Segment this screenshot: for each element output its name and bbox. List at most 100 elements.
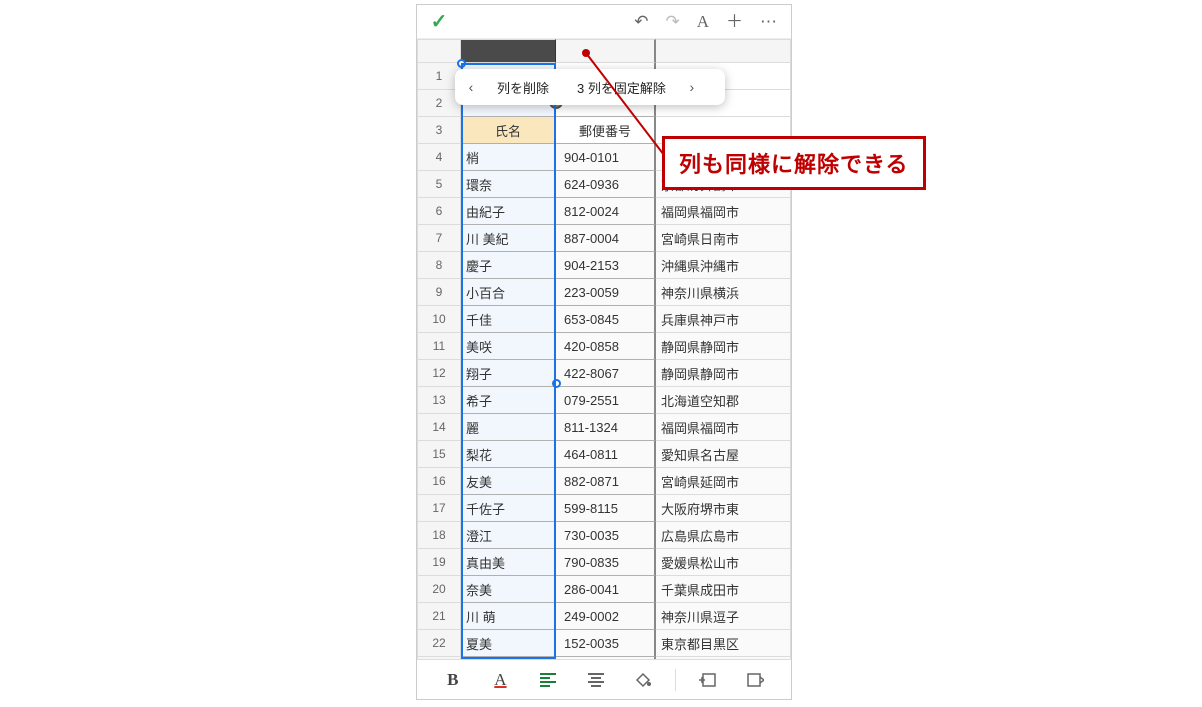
cell[interactable]: 079-2551 (556, 387, 656, 414)
row-number[interactable]: 7 (417, 225, 461, 252)
table-row[interactable]: 16友美882-0871宮崎県延岡市 (417, 468, 791, 495)
fill-color-icon[interactable] (627, 665, 659, 695)
col-header-b[interactable] (556, 39, 656, 63)
cell[interactable]: 氏名 (461, 117, 556, 144)
cell[interactable]: 真由美 (461, 549, 556, 576)
row-number[interactable]: 19 (417, 549, 461, 576)
cell[interactable]: 653-0845 (556, 306, 656, 333)
row-number[interactable]: 16 (417, 468, 461, 495)
cell[interactable]: 千佳 (461, 306, 556, 333)
cell[interactable]: 152-0035 (556, 630, 656, 657)
cell[interactable]: 翔子 (461, 360, 556, 387)
cell[interactable]: 川 美紀 (461, 225, 556, 252)
cell[interactable]: 887-0004 (556, 225, 656, 252)
cell[interactable]: 村 野乃花 (461, 657, 556, 659)
cell[interactable]: 奈美 (461, 576, 556, 603)
table-row[interactable]: 10千佳653-0845兵庫県神戸市 (417, 306, 791, 333)
table-row[interactable]: 21川 萌249-0002神奈川県逗子 (417, 603, 791, 630)
table-row[interactable]: 22夏美152-0035東京都目黒区 (417, 630, 791, 657)
col-header-c[interactable] (656, 39, 791, 63)
row-number[interactable]: 18 (417, 522, 461, 549)
selection-handle-top[interactable] (457, 59, 466, 68)
table-row[interactable]: 15梨花464-0811愛知県名古屋 (417, 441, 791, 468)
cell[interactable]: 愛媛県松山市 (656, 549, 791, 576)
cell[interactable]: 麗 (461, 414, 556, 441)
undo-icon[interactable]: ↶ (634, 13, 648, 30)
cell[interactable]: 286-0041 (556, 576, 656, 603)
table-row[interactable]: 12翔子422-8067静岡県静岡市 (417, 360, 791, 387)
row-number[interactable]: 13 (417, 387, 461, 414)
context-menu-delete-column[interactable]: 列を削除 (483, 78, 563, 97)
plus-icon[interactable]: ＋ (726, 13, 743, 30)
table-row[interactable]: 8慶子904-2153沖縄県沖縄市 (417, 252, 791, 279)
cell[interactable]: 広島県広島市 (656, 522, 791, 549)
cell[interactable]: 730-0035 (556, 522, 656, 549)
cell[interactable]: 沖縄県沖縄市 (656, 252, 791, 279)
cell[interactable]: 慶子 (461, 252, 556, 279)
table-row[interactable]: 19真由美790-0835愛媛県松山市 (417, 549, 791, 576)
insert-cell-icon[interactable] (692, 665, 724, 695)
cell[interactable]: 兵庫県神戸市 (656, 306, 791, 333)
align-center-icon[interactable] (580, 665, 612, 695)
cell[interactable]: 環奈 (461, 171, 556, 198)
cell[interactable]: 神奈川県横浜 (656, 279, 791, 306)
cell[interactable]: 夏美 (461, 630, 556, 657)
row-number[interactable]: 22 (417, 630, 461, 657)
table-row[interactable]: 13希子079-2551北海道空知郡 (417, 387, 791, 414)
cell[interactable]: 812-0024 (556, 198, 656, 225)
row-number[interactable]: 15 (417, 441, 461, 468)
cell[interactable]: 友美 (461, 468, 556, 495)
row-number[interactable]: 20 (417, 576, 461, 603)
table-row[interactable]: 17千佐子599-8115大阪府堺市東 (417, 495, 791, 522)
cell[interactable]: 464-0811 (556, 441, 656, 468)
cell[interactable]: 882-0871 (556, 468, 656, 495)
cell[interactable]: 静岡県静岡市 (656, 360, 791, 387)
row-number[interactable]: 23 (417, 657, 461, 659)
merge-cell-icon[interactable] (739, 665, 771, 695)
row-number[interactable]: 10 (417, 306, 461, 333)
cell[interactable]: 福岡県福岡市 (656, 414, 791, 441)
cell[interactable]: 希子 (461, 387, 556, 414)
row-number[interactable]: 9 (417, 279, 461, 306)
row-number[interactable]: 21 (417, 603, 461, 630)
cell[interactable]: 420-0858 (556, 333, 656, 360)
row-number[interactable]: 11 (417, 333, 461, 360)
row-number[interactable]: 5 (417, 171, 461, 198)
col-header-a[interactable] (461, 39, 556, 63)
table-row[interactable]: 14麗811-1324福岡県福岡市 (417, 414, 791, 441)
context-menu-prev[interactable]: ‹ (459, 79, 483, 95)
cell[interactable]: 北海道空知郡 (656, 387, 791, 414)
table-row[interactable]: 7川 美紀887-0004宮崎県日南市 (417, 225, 791, 252)
confirm-icon[interactable]: ✓ (431, 9, 448, 34)
cell[interactable]: 223-0059 (556, 279, 656, 306)
context-menu-unfreeze-columns[interactable]: 3 列を固定解除 (563, 78, 680, 97)
cell[interactable]: 904-2153 (556, 252, 656, 279)
grid[interactable]: 123氏名郵便番号4梢904-01015環奈624-0936京都府舞鶴市6由紀子… (417, 39, 791, 659)
cell[interactable]: 674-0073 (556, 657, 656, 659)
cell[interactable]: 宮崎県日南市 (656, 225, 791, 252)
cell[interactable]: 川 萌 (461, 603, 556, 630)
cell[interactable]: 静岡県静岡市 (656, 333, 791, 360)
cell[interactable]: 422-8067 (556, 360, 656, 387)
cell[interactable]: 美咲 (461, 333, 556, 360)
cell[interactable]: 811-1324 (556, 414, 656, 441)
cell[interactable]: 904-0101 (556, 144, 656, 171)
text-format-icon[interactable]: A (697, 13, 709, 30)
cell[interactable]: 兵庫県明石市 (656, 657, 791, 659)
cell[interactable]: 梢 (461, 144, 556, 171)
cell[interactable]: 249-0002 (556, 603, 656, 630)
more-icon[interactable]: ⋯ (760, 13, 777, 30)
cell[interactable]: 小百合 (461, 279, 556, 306)
table-row[interactable]: 9小百合223-0059神奈川県横浜 (417, 279, 791, 306)
cell[interactable]: 宮崎県延岡市 (656, 468, 791, 495)
cell[interactable]: 624-0936 (556, 171, 656, 198)
row-number[interactable]: 12 (417, 360, 461, 387)
table-row[interactable]: 6由紀子812-0024福岡県福岡市 (417, 198, 791, 225)
cell[interactable]: 599-8115 (556, 495, 656, 522)
sheet-area[interactable]: 123氏名郵便番号4梢904-01015環奈624-0936京都府舞鶴市6由紀子… (417, 39, 791, 659)
cell[interactable]: 郵便番号 (556, 117, 656, 144)
cell[interactable]: 由紀子 (461, 198, 556, 225)
cell[interactable]: 大阪府堺市東 (656, 495, 791, 522)
selection-handle-mid[interactable] (552, 379, 561, 388)
corner-cell[interactable] (417, 39, 461, 63)
